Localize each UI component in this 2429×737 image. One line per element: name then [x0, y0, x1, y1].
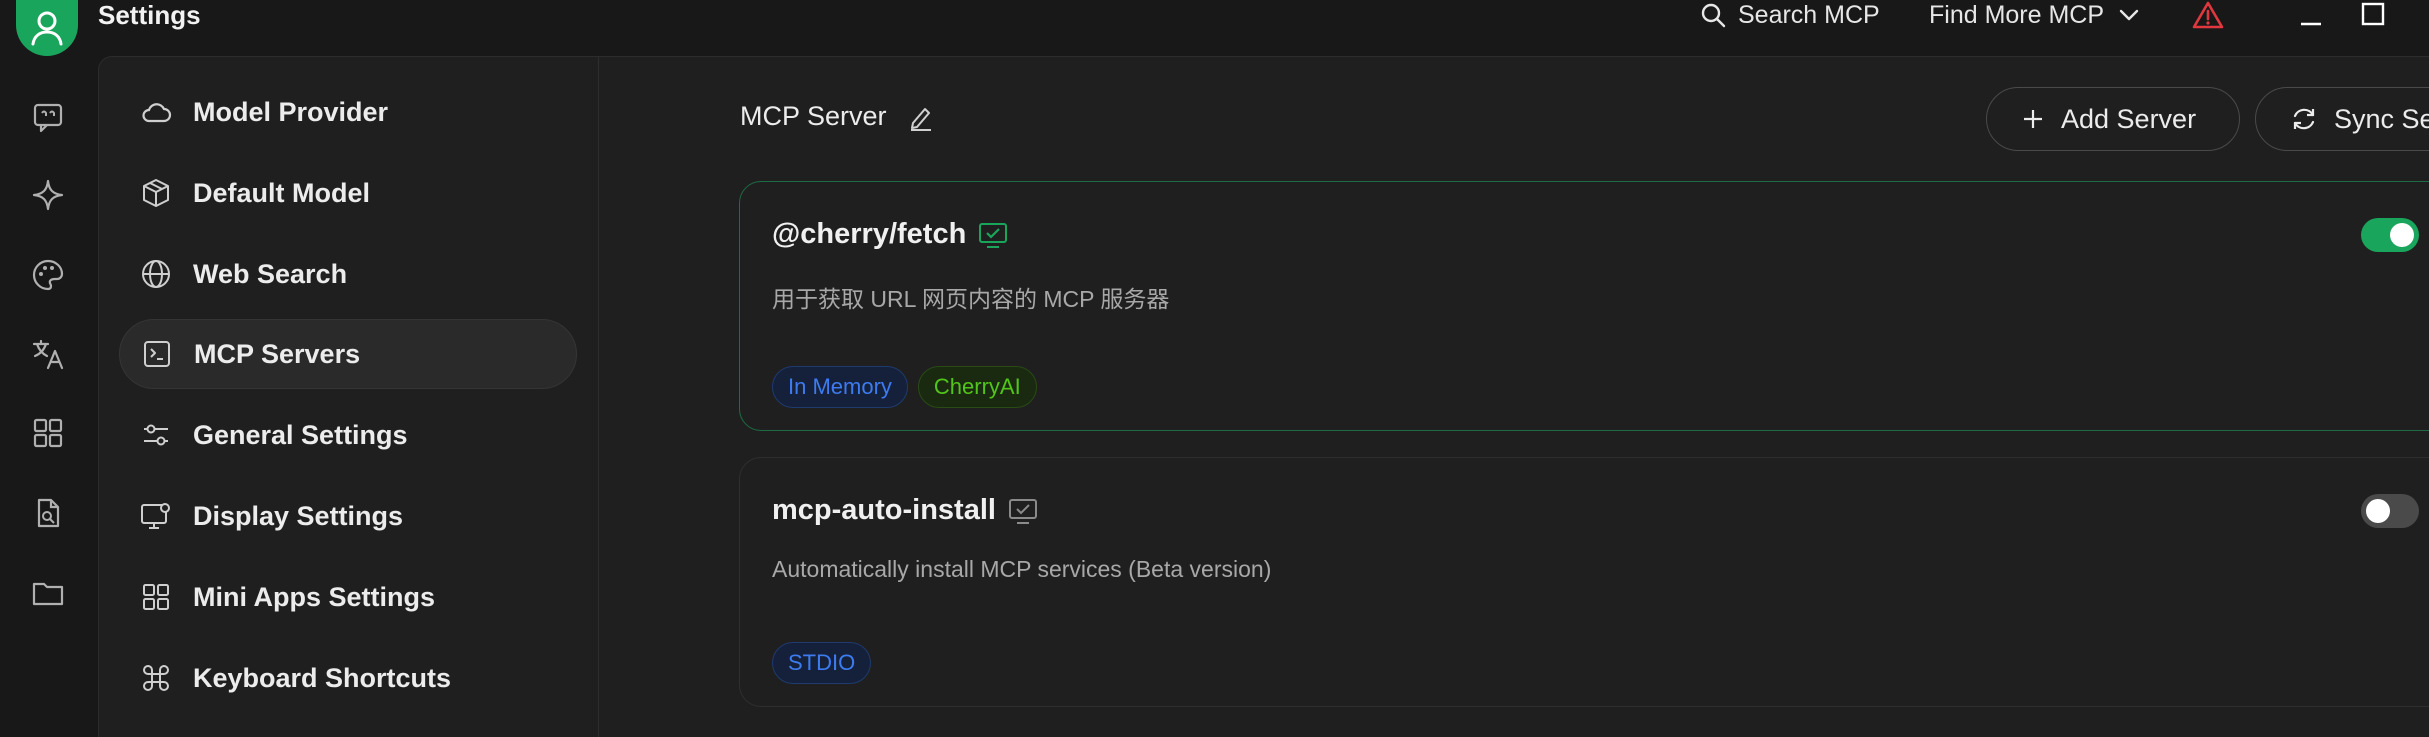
server-tags: STDIO [772, 642, 872, 684]
server-description: Automatically install MCP services (Beta… [772, 556, 1272, 582]
mcp-content: MCP Server Add Server Sync Servers @cher… [599, 57, 2429, 737]
server-description: 用于获取 URL 网页内容的 MCP 服务器 [772, 286, 1170, 312]
toggle-knob [2390, 223, 2414, 247]
minimize-icon [2301, 22, 2321, 26]
monitor-check-icon [979, 222, 1008, 248]
nav-item-mcp-servers[interactable]: MCP Servers [119, 319, 577, 389]
sync-servers-button[interactable]: Sync Servers [2255, 87, 2429, 151]
warning-button[interactable] [2188, 0, 2228, 30]
sparkle-icon[interactable] [29, 176, 67, 214]
refresh-icon [2293, 108, 2315, 130]
nav-item-label: Display Settings [193, 500, 404, 531]
add-server-button[interactable]: Add Server [1986, 87, 2240, 151]
apps-icon[interactable] [29, 414, 67, 452]
folder-icon[interactable] [29, 574, 67, 612]
nav-item-label: MCP Servers [194, 338, 361, 369]
nav-item-web-search[interactable]: Web Search [119, 239, 577, 309]
terminal-icon [140, 337, 174, 371]
nav-item-general-settings[interactable]: General Settings [119, 400, 577, 470]
nav-item-mini-apps-settings[interactable]: Mini Apps Settings [119, 562, 577, 632]
server-tags: In Memory CherryAI [772, 366, 1037, 408]
translate-icon[interactable] [29, 335, 67, 373]
server-enabled-toggle[interactable] [2361, 494, 2419, 528]
add-server-label: Add Server [2061, 103, 2197, 134]
app-sidebar [0, 56, 98, 737]
find-more-mcp-label: Find More MCP [1929, 0, 2105, 29]
search-mcp-button[interactable]: Search MCP [1700, 0, 1880, 30]
nav-item-label: General Settings [193, 419, 408, 450]
nav-item-keyboard-shortcuts[interactable]: Keyboard Shortcuts [119, 643, 577, 713]
user-icon [31, 11, 63, 46]
cloud-icon [139, 95, 173, 129]
window-title: Settings [98, 0, 201, 30]
warning-icon [2192, 1, 2224, 29]
maximize-icon [2361, 2, 2385, 26]
server-enabled-toggle[interactable] [2361, 218, 2419, 252]
title-bar: Settings Search MCP Find More MCP [0, 0, 2429, 56]
toggle-knob [2366, 499, 2390, 523]
file-search-icon[interactable] [29, 494, 67, 532]
nav-item-display-settings[interactable]: Display Settings [119, 481, 577, 551]
cube-icon [139, 176, 173, 210]
nav-item-model-provider[interactable]: Model Provider [119, 77, 577, 147]
chevron-down-icon [2119, 9, 2139, 21]
page-title-text: MCP Server [740, 101, 887, 131]
grid-icon [139, 580, 173, 614]
settings-nav: Model Provider Default Model Web Search … [99, 57, 599, 737]
server-card[interactable]: @cherry/fetch 用于获取 URL 网页内容的 MCP 服务器 In … [739, 181, 2429, 431]
server-name: @cherry/fetch [772, 218, 1008, 251]
search-icon [1701, 3, 1726, 28]
chat-icon[interactable] [29, 98, 67, 136]
settings-panel: Model Provider Default Model Web Search … [98, 56, 2429, 737]
avatar[interactable] [16, 0, 78, 56]
command-icon [139, 661, 173, 695]
minimize-button[interactable] [2296, 0, 2326, 30]
tag-stdio: STDIO [772, 642, 872, 684]
globe-icon [139, 257, 173, 291]
nav-item-label: Keyboard Shortcuts [193, 662, 452, 693]
maximize-button[interactable] [2358, 0, 2388, 30]
tag-cherryai: CherryAI [917, 366, 1037, 408]
server-card[interactable]: mcp-auto-install Automatically install M… [739, 457, 2429, 707]
sliders-icon [139, 418, 173, 452]
find-more-mcp-dropdown[interactable]: Find More MCP [1929, 0, 2140, 30]
server-name-text: mcp-auto-install [772, 494, 996, 526]
monitor-gear-icon [139, 499, 173, 533]
page-title: MCP Server [740, 101, 935, 132]
sync-servers-label: Sync Servers [2334, 103, 2429, 134]
tag-in-memory: In Memory [772, 366, 908, 408]
plus-icon [2024, 110, 2042, 128]
monitor-icon [1008, 498, 1037, 524]
edit-icon[interactable] [907, 103, 935, 131]
nav-item-default-model[interactable]: Default Model [119, 158, 577, 228]
palette-icon[interactable] [29, 256, 67, 294]
nav-item-label: Default Model [193, 177, 371, 208]
nav-item-label: Web Search [193, 258, 348, 289]
server-name-text: @cherry/fetch [772, 218, 967, 250]
server-name: mcp-auto-install [772, 494, 1038, 527]
search-mcp-label: Search MCP [1738, 0, 1880, 29]
nav-item-label: Mini Apps Settings [193, 581, 435, 612]
nav-item-label: Model Provider [193, 96, 389, 127]
